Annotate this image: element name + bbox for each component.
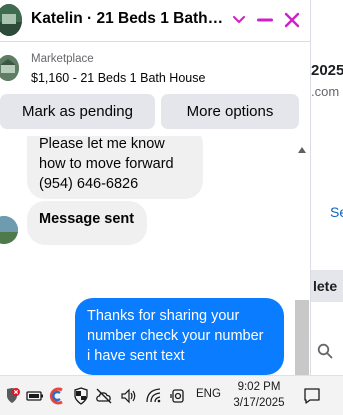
listing-source: Marketplace xyxy=(31,53,94,65)
app-icon[interactable] xyxy=(49,387,67,405)
phone-number-link[interactable]: (954) 646-6826 xyxy=(39,174,191,194)
outgoing-message: Thanks for sharing your number check you… xyxy=(75,298,284,375)
volume-icon[interactable] xyxy=(120,387,138,405)
mark-as-pending-button[interactable]: Mark as pending xyxy=(0,94,155,129)
clock-date: 3/17/2025 xyxy=(233,397,285,409)
listing-thumbnail xyxy=(0,55,19,81)
background-page: 2025 .com Se lete xyxy=(311,0,343,375)
shield-icon[interactable] xyxy=(72,387,90,405)
clock-time: 9:02 PM xyxy=(237,381,281,393)
scroll-up-arrow-icon[interactable] xyxy=(293,143,310,157)
close-icon[interactable] xyxy=(281,9,303,31)
incoming-message: Message sent xyxy=(27,201,147,245)
header-divider xyxy=(0,41,310,42)
screen: 2025 .com Se lete Katelin · 21 Beds 1 Ba… xyxy=(0,0,343,415)
marketplace-listing[interactable]: Marketplace $1,160 - 21 Beds 1 Bath Hous… xyxy=(0,48,310,90)
sender-avatar[interactable] xyxy=(0,216,18,244)
minimize-icon[interactable] xyxy=(254,9,276,31)
listing-title: $1,160 - 21 Beds 1 Bath House xyxy=(31,71,206,85)
background-delete-label: lete xyxy=(313,278,338,294)
background-delete-button[interactable]: lete xyxy=(311,270,343,302)
message-line: i have sent text xyxy=(87,348,185,364)
battery-icon[interactable] xyxy=(26,387,44,405)
chat-window: Katelin · 21 Beds 1 Bath Ho... Marketpla… xyxy=(0,0,311,375)
mark-as-pending-label: Mark as pending xyxy=(22,103,133,120)
scrollbar-thumb[interactable] xyxy=(295,300,309,375)
chat-header: Katelin · 21 Beds 1 Bath Ho... xyxy=(0,0,310,40)
scrollbar[interactable] xyxy=(293,143,310,375)
clock[interactable]: 9:02 PM 3/17/2025 xyxy=(225,379,293,411)
message-line: Thanks for sharing your xyxy=(87,308,240,324)
security-warning-icon[interactable] xyxy=(3,387,21,405)
message-line: number check your number xyxy=(87,328,264,344)
notification-icon[interactable] xyxy=(302,386,322,406)
message-list: Please let me know how to move forward (… xyxy=(0,136,310,375)
search-icon[interactable] xyxy=(317,343,333,364)
contact-avatar[interactable] xyxy=(0,4,22,36)
message-text: Message sent xyxy=(39,211,135,227)
taskbar: ENG 9:02 PM 3/17/2025 xyxy=(0,375,343,415)
camera-icon[interactable] xyxy=(169,387,187,405)
background-link[interactable]: Se xyxy=(330,204,343,220)
more-options-label: More options xyxy=(186,103,274,120)
chat-title[interactable]: Katelin · 21 Beds 1 Bath Ho... xyxy=(31,10,224,28)
more-options-button[interactable]: More options xyxy=(161,94,299,129)
language-indicator[interactable]: ENG xyxy=(196,388,221,400)
background-year-text: 2025 xyxy=(311,62,343,79)
cloud-off-icon[interactable] xyxy=(95,387,113,405)
message-line: Please let me know xyxy=(39,136,165,152)
incoming-message: Please let me know how to move forward (… xyxy=(27,136,203,199)
wifi-icon[interactable] xyxy=(145,387,163,405)
chevron-down-icon[interactable] xyxy=(228,9,250,31)
background-domain-text: .com xyxy=(311,84,340,99)
message-line: how to move forward xyxy=(39,156,174,172)
